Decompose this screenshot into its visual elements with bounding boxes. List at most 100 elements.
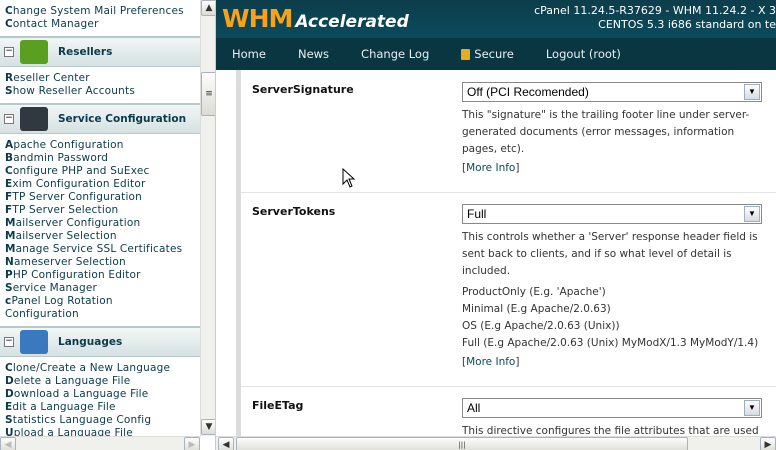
nav-label: Logout (root)	[545, 47, 621, 61]
setting-label: ServerSignature	[252, 83, 354, 96]
link-initial: C	[5, 18, 13, 30]
link-initial: N	[5, 256, 14, 268]
sidebar-link[interactable]: PHP Configuration Editor	[0, 269, 200, 282]
scroll-thumb[interactable]: ≡	[201, 72, 215, 116]
scroll-left-button[interactable]: ◀	[218, 437, 234, 450]
collapse-icon[interactable]: −	[4, 114, 14, 124]
sidebar-link[interactable]: Contact Manager	[0, 18, 200, 31]
link-rest: ervice Manager	[12, 282, 98, 294]
sidebar-link[interactable]: Configure PHP and SuExec	[0, 165, 200, 178]
sidebar-link[interactable]: Change System Mail Preferences	[0, 5, 200, 18]
link-initial: B	[5, 152, 14, 164]
chevron-down-icon[interactable]: ▼	[744, 84, 760, 100]
row-divider	[241, 386, 776, 387]
sidebar-link[interactable]: Exim Configuration Editor	[0, 178, 200, 191]
sidebar-link[interactable]: Manage Service SSL Certificates	[0, 243, 200, 256]
link-rest: lone/Create a New Language	[12, 362, 171, 374]
section-title: Service Configuration	[58, 113, 187, 125]
main-horizontal-scrollbar[interactable]: ◀ ||| ▶	[216, 436, 776, 450]
sidebar-link[interactable]: Service Manager	[0, 282, 200, 295]
sidebar-link[interactable]: Nameserver Selection	[0, 256, 200, 269]
sidebar-link[interactable]: Show Reseller Accounts	[0, 85, 200, 98]
link-rest: andmin Password	[13, 152, 109, 164]
collapse-icon[interactable]: −	[4, 337, 14, 347]
sidebar-horizontal-scrollbar[interactable]: ◀ ▶	[0, 436, 200, 450]
collapse-icon[interactable]: −	[4, 47, 14, 57]
sidebar-link[interactable]: Reseller Center	[0, 72, 200, 85]
section-header-resellers[interactable]: − Resellers	[0, 36, 200, 67]
section-header-service-configuration[interactable]: − Service Configuration	[0, 103, 200, 134]
section-title: Languages	[58, 336, 123, 348]
select-value: Full	[467, 207, 487, 221]
link-initial: C	[5, 362, 13, 374]
sidebar-link[interactable]: Apache Configuration	[0, 139, 200, 152]
section-title: Resellers	[58, 46, 113, 58]
link-initial: S	[5, 282, 13, 294]
scroll-up-button[interactable]: ▲	[201, 0, 215, 16]
link-initial: S	[5, 85, 13, 97]
link-rest: ameserver Selection	[14, 256, 126, 268]
setting-select-serversignature[interactable]: Off (PCI Recomended) ▼	[462, 82, 762, 102]
more-info-link[interactable]: [More Info]	[462, 356, 519, 368]
sidebar-link[interactable]: Mailserver Selection	[0, 230, 200, 243]
link-rest: dit a Language File	[12, 401, 116, 413]
sidebar-link[interactable]: Download a Language File	[0, 388, 200, 401]
link-rest: Configuration	[5, 308, 79, 320]
setting-description: generated documents (error messages, inf…	[462, 126, 735, 138]
mouse-cursor-icon	[342, 168, 356, 188]
header: WHM Accelerated cPanel 11.24.5-R37629 - W…	[216, 0, 776, 38]
link-rest: HP Configuration Editor	[12, 269, 141, 281]
link-rest: TP Server Configuration	[12, 191, 143, 203]
chevron-down-icon[interactable]: ▼	[744, 206, 760, 222]
nav-label: Change Log	[361, 47, 430, 61]
setting-description: This "signature" is the trailing footer …	[462, 109, 750, 121]
scroll-left-button[interactable]: ◀	[0, 437, 16, 450]
setting-description: pages, etc).	[462, 143, 525, 155]
sidebar-link[interactable]: Statistics Language Config	[0, 414, 200, 427]
nav-change-log[interactable]: Change Log	[361, 47, 429, 61]
scroll-right-button[interactable]: ▶	[184, 437, 200, 450]
sidebar-link[interactable]: cPanel Log Rotation	[0, 295, 200, 308]
chevron-down-icon[interactable]: ▼	[744, 400, 760, 416]
link-rest: ontact Manager	[12, 18, 99, 30]
sidebar-link[interactable]: FTP Server Selection	[0, 204, 200, 217]
sidebar-vertical-scrollbar[interactable]: ▲ ≡ ▼	[200, 0, 215, 436]
setting-description: This controls whether a 'Server' respons…	[462, 231, 758, 243]
more-info-text: More Info	[466, 356, 516, 368]
select-value: All	[467, 401, 481, 415]
nav-logout[interactable]: Logout (root)	[546, 47, 621, 61]
option-description: OS (E.g Apache/2.0.63 (Unix))	[462, 320, 620, 332]
section-header-languages[interactable]: − Languages	[0, 326, 200, 357]
more-info-link[interactable]: [More Info]	[462, 162, 519, 174]
nav-home[interactable]: Home	[232, 47, 266, 61]
link-rest: tatistics Language Config	[12, 414, 152, 426]
setting-description: sent back to clients, and if so what lev…	[462, 248, 732, 260]
setting-select-fileetag[interactable]: All ▼	[462, 398, 762, 418]
scroll-thumb[interactable]: |||	[236, 437, 688, 450]
link-rest: Panel Log Rotation	[11, 295, 113, 307]
link-initial: M	[5, 230, 16, 242]
link-rest: pache Configuration	[13, 139, 124, 151]
main-frame: WHM Accelerated cPanel 11.24.5-R37629 - W…	[216, 0, 776, 450]
link-initial: M	[5, 243, 16, 255]
setting-select-servertokens[interactable]: Full ▼	[462, 204, 762, 224]
scroll-down-button[interactable]: ▼	[201, 419, 215, 435]
nav-news[interactable]: News	[298, 47, 329, 61]
link-rest: ailserver Selection	[15, 230, 117, 242]
scroll-right-button[interactable]: ▶	[760, 437, 776, 450]
link-rest: anage Service SSL Certificates	[15, 243, 183, 255]
sidebar-link[interactable]: Bandmin Password	[0, 152, 200, 165]
sidebar-link[interactable]: Mailserver Configuration	[0, 217, 200, 230]
row-divider	[241, 192, 776, 193]
nav-label: News	[297, 47, 330, 61]
sidebar-link[interactable]: FTP Server Configuration	[0, 191, 200, 204]
sidebar-link[interactable]: Configuration	[0, 308, 200, 321]
link-rest: elete a Language File	[13, 375, 131, 387]
sidebar-link[interactable]: Clone/Create a New Language	[0, 362, 200, 375]
content-left-border	[236, 70, 241, 436]
nav-secure[interactable]: Secure	[461, 47, 514, 61]
sidebar-link[interactable]: Edit a Language File	[0, 401, 200, 414]
sidebar-link[interactable]: Delete a Language File	[0, 375, 200, 388]
link-rest: xim Configuration Editor	[12, 178, 146, 190]
select-value: Off (PCI Recomended)	[467, 85, 589, 99]
